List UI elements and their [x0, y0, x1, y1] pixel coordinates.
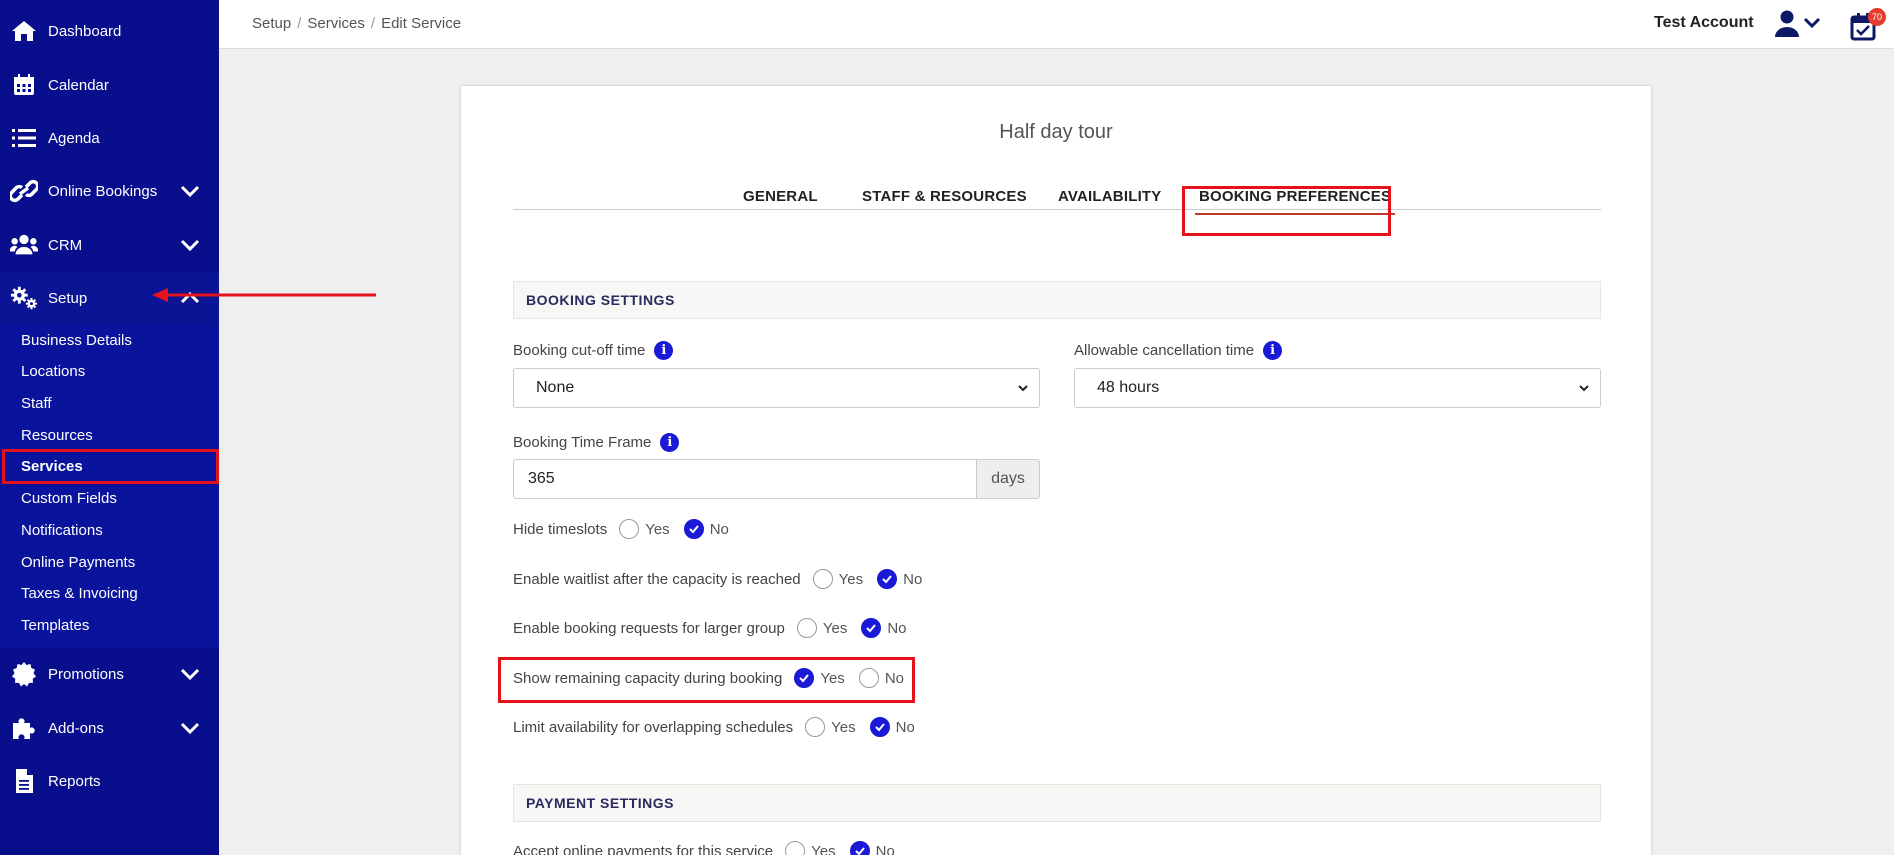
timeframe-unit: days	[977, 459, 1040, 499]
info-icon[interactable]: i	[660, 433, 680, 452]
service-title: Half day tour	[999, 121, 1113, 143]
timeframe-label: Booking Time Frame i	[513, 433, 680, 452]
cancel-label: Allowable cancellation time i	[1074, 341, 1283, 360]
services-highlight-box	[2, 449, 219, 484]
radio-yes[interactable]	[796, 618, 817, 638]
online-payments-row: Accept online payments for this service …	[513, 841, 909, 855]
cutoff-select[interactable]: None	[513, 368, 1040, 408]
radio-no-checked[interactable]	[869, 717, 890, 737]
booking-settings-heading: BOOKING SETTINGS	[513, 281, 1601, 319]
chevron-down-icon	[1018, 385, 1028, 392]
nav-crm[interactable]: CRM	[0, 219, 219, 271]
sub-locations[interactable]: Locations	[0, 356, 219, 386]
nav-label: Promotions	[48, 665, 124, 683]
cancel-value: 48 hours	[1097, 379, 1160, 396]
annotation-arrow	[152, 288, 376, 302]
nav-label: Reports	[48, 772, 101, 790]
home-icon	[10, 17, 38, 45]
nav-calendar[interactable]: Calendar	[0, 59, 219, 111]
account-name[interactable]: Test Account	[1654, 14, 1754, 32]
chevron-down-icon[interactable]	[180, 238, 200, 252]
timeframe-group: 365 days	[513, 459, 1040, 499]
radio-yes[interactable]	[812, 569, 833, 589]
cutoff-value: None	[536, 379, 575, 396]
nav-agenda[interactable]: Agenda	[0, 112, 219, 164]
gears-icon	[10, 284, 38, 312]
radio-no-checked[interactable]	[877, 569, 898, 589]
info-icon[interactable]: i	[654, 341, 674, 360]
nav-label: Agenda	[48, 129, 100, 147]
radio-yes[interactable]	[619, 519, 640, 539]
nav-online-bookings[interactable]: Online Bookings	[0, 165, 219, 217]
timeframe-input[interactable]: 365	[513, 459, 977, 499]
calendar-icon	[10, 71, 38, 99]
payment-settings-heading: PAYMENT SETTINGS	[513, 784, 1601, 822]
sub-online-payments[interactable]: Online Payments	[0, 547, 219, 577]
sub-custom-fields[interactable]: Custom Fields	[0, 483, 219, 513]
info-icon[interactable]: i	[1263, 341, 1283, 360]
nav-promotions[interactable]: Promotions	[0, 648, 219, 700]
tab-availability[interactable]: AVAILABILITY	[1058, 188, 1162, 205]
link-icon	[10, 177, 38, 205]
notification-badge: 70	[1868, 8, 1886, 26]
list-icon	[10, 124, 38, 152]
nav-label: Setup	[48, 289, 88, 307]
sidebar: Dashboard Calendar Agenda Online Booking…	[0, 0, 219, 855]
top-bar: Setup / Services / Edit Service Test Account…	[219, 0, 1894, 49]
chevron-down-icon[interactable]	[180, 667, 200, 681]
nav-label: Dashboard	[48, 22, 122, 40]
sub-templates[interactable]: Templates	[0, 610, 219, 640]
nav-label: CRM	[48, 236, 83, 254]
puzzle-icon	[10, 714, 38, 742]
tab-general[interactable]: GENERAL	[743, 188, 818, 205]
breadcrumb-services[interactable]: Services	[307, 15, 365, 32]
nav-dashboard[interactable]: Dashboard	[0, 5, 219, 57]
radio-no-checked[interactable]	[849, 841, 870, 855]
service-card: Half day tour GENERAL STAFF & RESOURCES …	[460, 85, 1652, 855]
users-icon	[10, 231, 38, 259]
radio-yes[interactable]	[785, 841, 806, 855]
cancel-select[interactable]: 48 hours	[1074, 368, 1601, 408]
waitlist-row: Enable waitlist after the capacity is re…	[513, 569, 923, 589]
file-icon	[10, 767, 38, 795]
nav-label: Add-ons	[48, 719, 104, 737]
overlapping-schedules-row: Limit availability for overlapping sched…	[513, 717, 915, 737]
tab-highlight-box	[1182, 186, 1391, 236]
nav-label: Online Bookings	[48, 182, 158, 200]
sub-taxes-invoicing[interactable]: Taxes & Invoicing	[0, 578, 219, 608]
chevron-down-icon[interactable]	[180, 184, 200, 198]
cutoff-label: Booking cut-off time i	[513, 341, 674, 360]
breadcrumb-setup[interactable]: Setup	[252, 15, 291, 32]
hide-timeslots-row: Hide timeslots Yes No	[513, 519, 729, 539]
nav-label: Calendar	[48, 76, 109, 94]
nav-add-ons[interactable]: Add-ons	[0, 702, 219, 754]
radio-no-checked[interactable]	[683, 519, 704, 539]
capacity-highlight-box	[498, 657, 915, 703]
radio-no-checked[interactable]	[861, 618, 882, 638]
user-menu-icon[interactable]	[1774, 9, 1822, 39]
sub-business-details[interactable]: Business Details	[0, 325, 219, 355]
badge-icon	[10, 660, 38, 688]
sub-staff[interactable]: Staff	[0, 388, 219, 418]
radio-yes[interactable]	[805, 717, 826, 737]
chevron-down-icon	[1579, 385, 1589, 392]
breadcrumb: Setup / Services / Edit Service	[252, 15, 462, 32]
chevron-down-icon[interactable]	[180, 721, 200, 735]
sub-notifications[interactable]: Notifications	[0, 515, 219, 545]
breadcrumb-current: Edit Service	[381, 15, 462, 32]
group-requests-row: Enable booking requests for larger group…	[513, 618, 907, 638]
nav-reports[interactable]: Reports	[0, 755, 219, 807]
sub-resources[interactable]: Resources	[0, 420, 219, 450]
tab-bar: GENERAL STAFF & RESOURCES AVAILABILITY B…	[513, 178, 1601, 215]
tab-staff-resources[interactable]: STAFF & RESOURCES	[862, 188, 1027, 205]
